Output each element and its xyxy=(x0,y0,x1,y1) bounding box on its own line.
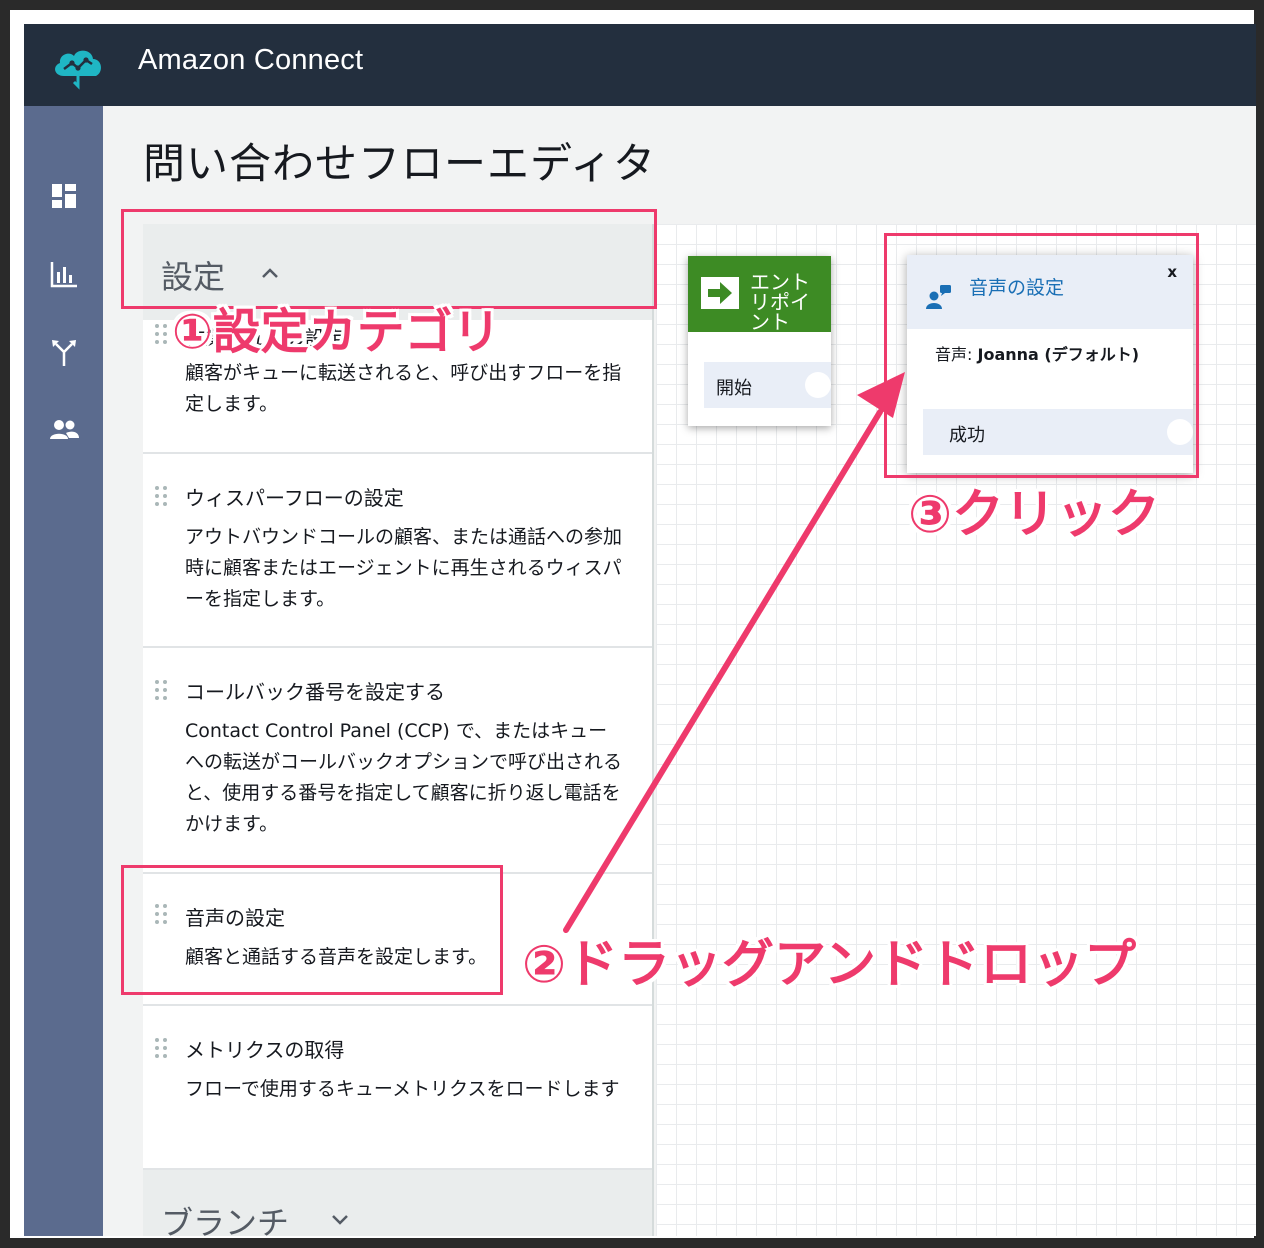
set-voice-node[interactable]: 音声の設定 x 音声: Joanna (デフォルト) 成功 xyxy=(907,255,1193,473)
side-nav xyxy=(24,106,103,1236)
chevron-up-icon[interactable] xyxy=(259,262,281,284)
palette-block-queue-flow[interactable]: 作業キューの設定 顧客がキューに転送されると、呼び出すフローを指定します。 xyxy=(143,320,652,454)
drag-handle-icon[interactable] xyxy=(153,322,169,348)
voice-property-value: Joanna (デフォルト) xyxy=(977,345,1140,364)
close-icon[interactable]: x xyxy=(1167,263,1177,281)
entry-branch-start: 開始 xyxy=(704,362,831,408)
voice-property-label: 音声: xyxy=(935,345,973,364)
flow-canvas[interactable]: エントリポイント 開始 音声の設定 x 音声: Joanna (デフォルト) 成… xyxy=(656,224,1256,1236)
block-palette: 設定 作業キューの設定 顧客がキューに転送されると、呼び出すフローを指定します。… xyxy=(143,224,654,1236)
output-port[interactable] xyxy=(1167,419,1193,445)
screenshot-frame: Amazon Connect 問い合わせフローエディタ 設定 作業キューの設定 … xyxy=(0,0,1264,1248)
block-description: アウトバウンドコールの顧客、または通話への参加時に顧客またはエージェントに再生さ… xyxy=(185,526,623,610)
category-branch-label: ブランチ xyxy=(161,1204,290,1236)
users-icon[interactable] xyxy=(48,414,80,446)
voice-branch-success: 成功 xyxy=(923,409,1193,455)
top-bar: Amazon Connect xyxy=(24,24,1256,106)
block-description: 顧客がキューに転送されると、呼び出すフローを指定します。 xyxy=(185,362,622,415)
entry-node-header: エントリポイント xyxy=(688,256,831,332)
block-title: 音声の設定 xyxy=(185,906,285,930)
block-title: 作業キューの設定 xyxy=(185,326,345,350)
block-description: フローで使用するキューメトリクスをロードします xyxy=(185,1078,620,1100)
drag-handle-icon[interactable] xyxy=(153,902,169,928)
page-title: 問い合わせフローエディタ xyxy=(143,139,657,188)
category-branch[interactable]: ブランチ xyxy=(143,1170,652,1236)
palette-block-whisper-flow[interactable]: ウィスパーフローの設定 アウトバウンドコールの顧客、または通話への参加時に顧客ま… xyxy=(143,454,652,648)
palette-block-get-metrics[interactable]: メトリクスの取得 フローで使用するキューメトリクスをロードします xyxy=(143,1006,652,1170)
block-title: メトリクスの取得 xyxy=(185,1038,345,1062)
voice-speaker-icon xyxy=(926,285,951,309)
category-settings[interactable]: 設定 xyxy=(143,224,652,320)
metrics-icon[interactable] xyxy=(48,258,80,290)
palette-block-callback-number[interactable]: コールバック番号を設定する Contact Control Panel (CCP… xyxy=(143,648,652,874)
voice-branch-label: 成功 xyxy=(949,425,985,446)
amazon-connect-logo[interactable] xyxy=(50,42,106,90)
output-port[interactable] xyxy=(805,372,831,398)
category-settings-label: 設定 xyxy=(161,258,226,296)
voice-node-header: 音声の設定 x xyxy=(907,255,1193,329)
chevron-down-icon[interactable] xyxy=(329,1208,351,1230)
app-title: Amazon Connect xyxy=(138,44,364,76)
arrow-right-icon xyxy=(701,277,739,309)
block-title: コールバック番号を設定する xyxy=(185,680,445,704)
voice-property: 音声: Joanna (デフォルト) xyxy=(935,341,1139,365)
drag-handle-icon[interactable] xyxy=(153,678,169,704)
drag-handle-icon[interactable] xyxy=(153,484,169,510)
dashboard-icon[interactable] xyxy=(48,180,80,212)
block-title: ウィスパーフローの設定 xyxy=(185,486,404,510)
voice-node-title: 音声の設定 xyxy=(969,277,1065,299)
entry-point-node[interactable]: エントリポイント 開始 xyxy=(688,256,831,426)
entry-branch-label: 開始 xyxy=(716,378,752,399)
routing-icon[interactable] xyxy=(48,336,80,368)
palette-block-set-voice[interactable]: 音声の設定 顧客と通話する音声を設定します。 xyxy=(143,874,652,1006)
main-area: 問い合わせフローエディタ 設定 作業キューの設定 顧客がキューに転送されると、呼… xyxy=(103,106,1256,1236)
drag-handle-icon[interactable] xyxy=(153,1036,169,1062)
entry-node-title: エントリポイント xyxy=(750,270,810,332)
block-description: Contact Control Panel (CCP) で、またはキューへの転送… xyxy=(185,720,623,835)
block-description: 顧客と通話する音声を設定します。 xyxy=(185,946,488,968)
